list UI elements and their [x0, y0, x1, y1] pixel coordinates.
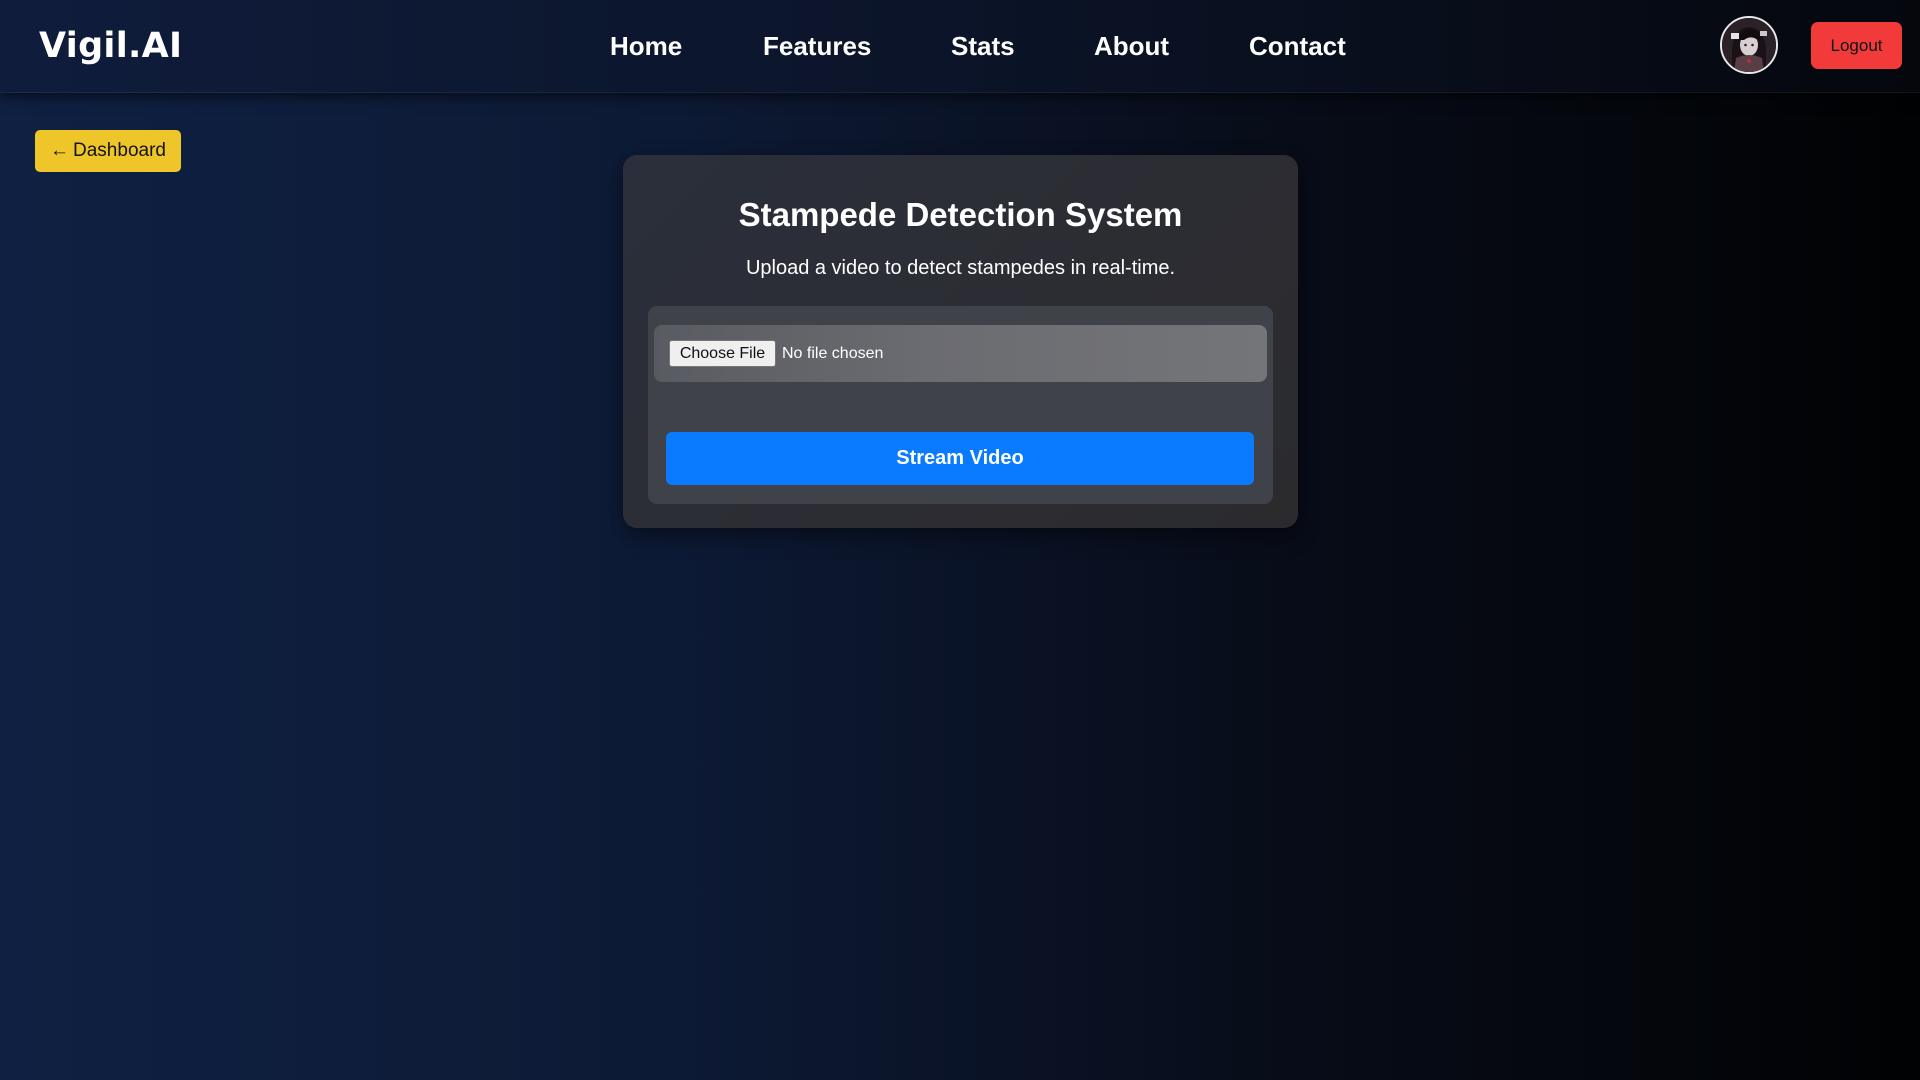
nav-link-about[interactable]: About — [1094, 26, 1169, 66]
back-to-dashboard-button[interactable]: ← Dashboard — [35, 130, 181, 172]
nav-link-home[interactable]: Home — [610, 26, 682, 66]
stampede-detection-card: Stampede Detection System Upload a video… — [623, 155, 1298, 528]
file-status-text: No file chosen — [782, 345, 884, 362]
nav-link-stats[interactable]: Stats — [951, 26, 1015, 66]
arrow-left-icon: ← — [50, 140, 70, 161]
nav-link-features[interactable]: Features — [763, 26, 871, 66]
main-nav: Home Features Stats About Contact — [0, 26, 1920, 66]
card-subtitle: Upload a video to detect stampedes in re… — [745, 257, 1176, 279]
logout-button[interactable]: Logout — [1811, 22, 1902, 69]
card-title: Stampede Detection System — [738, 196, 1183, 233]
navbar: Vigil.AI Home Features Stats About Conta… — [0, 0, 1920, 93]
nav-link-contact[interactable]: Contact — [1249, 26, 1346, 66]
stream-video-button[interactable]: Stream Video — [666, 432, 1254, 485]
choose-file-button[interactable]: Choose File — [669, 340, 776, 367]
upload-panel: Choose File No file chosen Stream Video — [648, 306, 1273, 504]
user-avatar-icon[interactable] — [1720, 16, 1778, 74]
file-input[interactable]: Choose File No file chosen — [654, 325, 1267, 382]
back-button-label: Dashboard — [73, 140, 166, 161]
avatar-image — [1722, 18, 1776, 72]
